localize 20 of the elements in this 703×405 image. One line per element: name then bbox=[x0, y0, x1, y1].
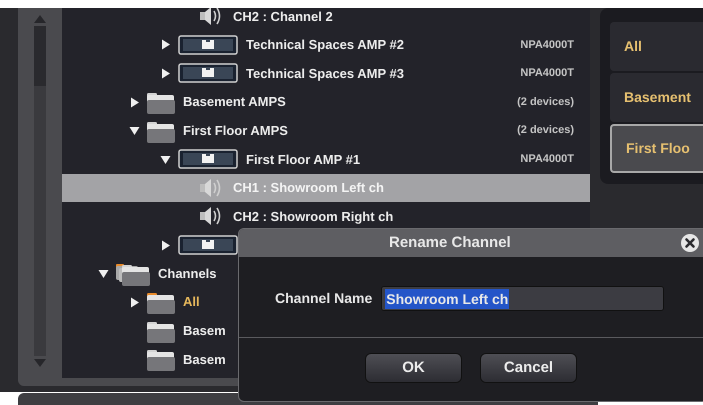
device-info: NPA4000T bbox=[520, 152, 574, 168]
tree-label: First Floor AMPS bbox=[183, 122, 288, 140]
tree-label: CH1 : Showroom Left ch bbox=[233, 179, 384, 198]
field-label: Channel Name bbox=[275, 289, 372, 308]
tree-label: CH2 : Showroom Right ch bbox=[233, 208, 394, 226]
device-info: (2 devices) bbox=[517, 123, 574, 138]
field-value: Showroom Left ch bbox=[385, 288, 510, 308]
tree-label: Basement AMPS bbox=[183, 93, 286, 112]
device-info: NPA4000T bbox=[520, 38, 574, 53]
device-info: NPA4000T bbox=[520, 66, 574, 82]
tree-label: Basem bbox=[183, 350, 226, 369]
tree-label: Technical Spaces AMP #3 bbox=[246, 64, 404, 83]
tree-label: First Floor AMP #1 bbox=[246, 150, 360, 169]
tree-label: All bbox=[183, 293, 200, 312]
tree-label: CH2 : Channel 2 bbox=[233, 8, 333, 26]
device-info: (2 devices) bbox=[517, 94, 574, 110]
tree-label: Basem bbox=[183, 322, 226, 340]
tree-label: Technical Spaces AMP #2 bbox=[246, 36, 404, 54]
dialog-title: Rename Channel bbox=[389, 232, 511, 253]
tree-label: Channels bbox=[158, 264, 217, 283]
